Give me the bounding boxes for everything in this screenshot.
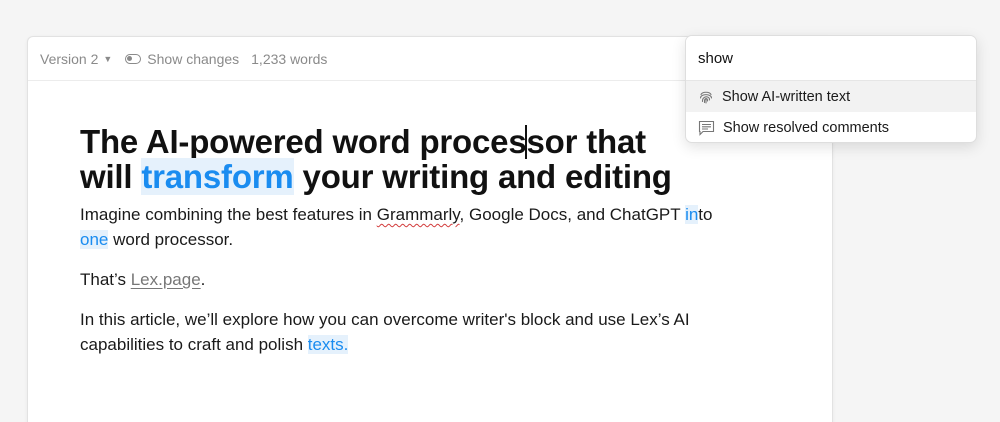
title-text: sor that xyxy=(526,123,646,160)
paragraph-2[interactable]: That’s Lex.page. xyxy=(80,267,730,292)
command-search-input[interactable] xyxy=(686,36,976,81)
paragraph-text: That’s xyxy=(80,270,131,289)
document-title[interactable]: The AI-powered word processor that will … xyxy=(80,123,730,195)
command-label: Show resolved comments xyxy=(723,119,890,136)
command-show-ai-written-text[interactable]: Show AI-written text xyxy=(686,81,976,112)
version-dropdown[interactable]: Version 2 ▼ xyxy=(40,51,112,67)
fingerprint-icon xyxy=(699,91,713,104)
paragraph-text: In this article, we’ll explore how you c… xyxy=(80,310,690,354)
document-body[interactable]: The AI-powered word processor that will … xyxy=(80,124,730,357)
paragraph-1[interactable]: Imagine combining the best features in G… xyxy=(80,202,730,252)
chevron-down-icon: ▼ xyxy=(103,53,113,64)
paragraph-text: word processor. xyxy=(108,230,234,249)
ai-written-highlight: transform xyxy=(141,158,294,195)
title-text: The AI-powered word proces xyxy=(80,123,527,160)
command-show-resolved-comments[interactable]: Show resolved comments xyxy=(686,112,976,142)
paragraph-text: Imagine combining the best features in xyxy=(80,205,377,224)
comment-icon xyxy=(698,120,715,136)
toggle-icon xyxy=(125,53,142,64)
command-label: Show AI-written text xyxy=(722,88,851,105)
word-count: 1,233 words xyxy=(251,50,328,67)
ai-written-highlight: in xyxy=(685,205,699,224)
ai-written-highlight: one xyxy=(80,230,109,249)
paragraph-text: to xyxy=(698,205,713,224)
show-changes-label: Show changes xyxy=(147,50,240,67)
title-text: your writing and editing xyxy=(293,158,672,195)
command-palette: Show AI-written text Show resolved comme… xyxy=(685,35,977,143)
version-label: Version 2 xyxy=(40,50,99,67)
lex-page-link[interactable]: Lex.page xyxy=(131,270,201,289)
ai-written-highlight: texts. xyxy=(307,335,349,354)
paragraph-text: . xyxy=(200,270,206,289)
show-changes-toggle[interactable]: Show changes xyxy=(125,51,239,67)
paragraph-text: , Google Docs, and ChatGPT xyxy=(459,205,686,224)
title-text: will xyxy=(80,158,142,195)
spelling-error[interactable]: Grammarly xyxy=(377,205,460,224)
paragraph-3[interactable]: In this article, we’ll explore how you c… xyxy=(80,307,730,357)
